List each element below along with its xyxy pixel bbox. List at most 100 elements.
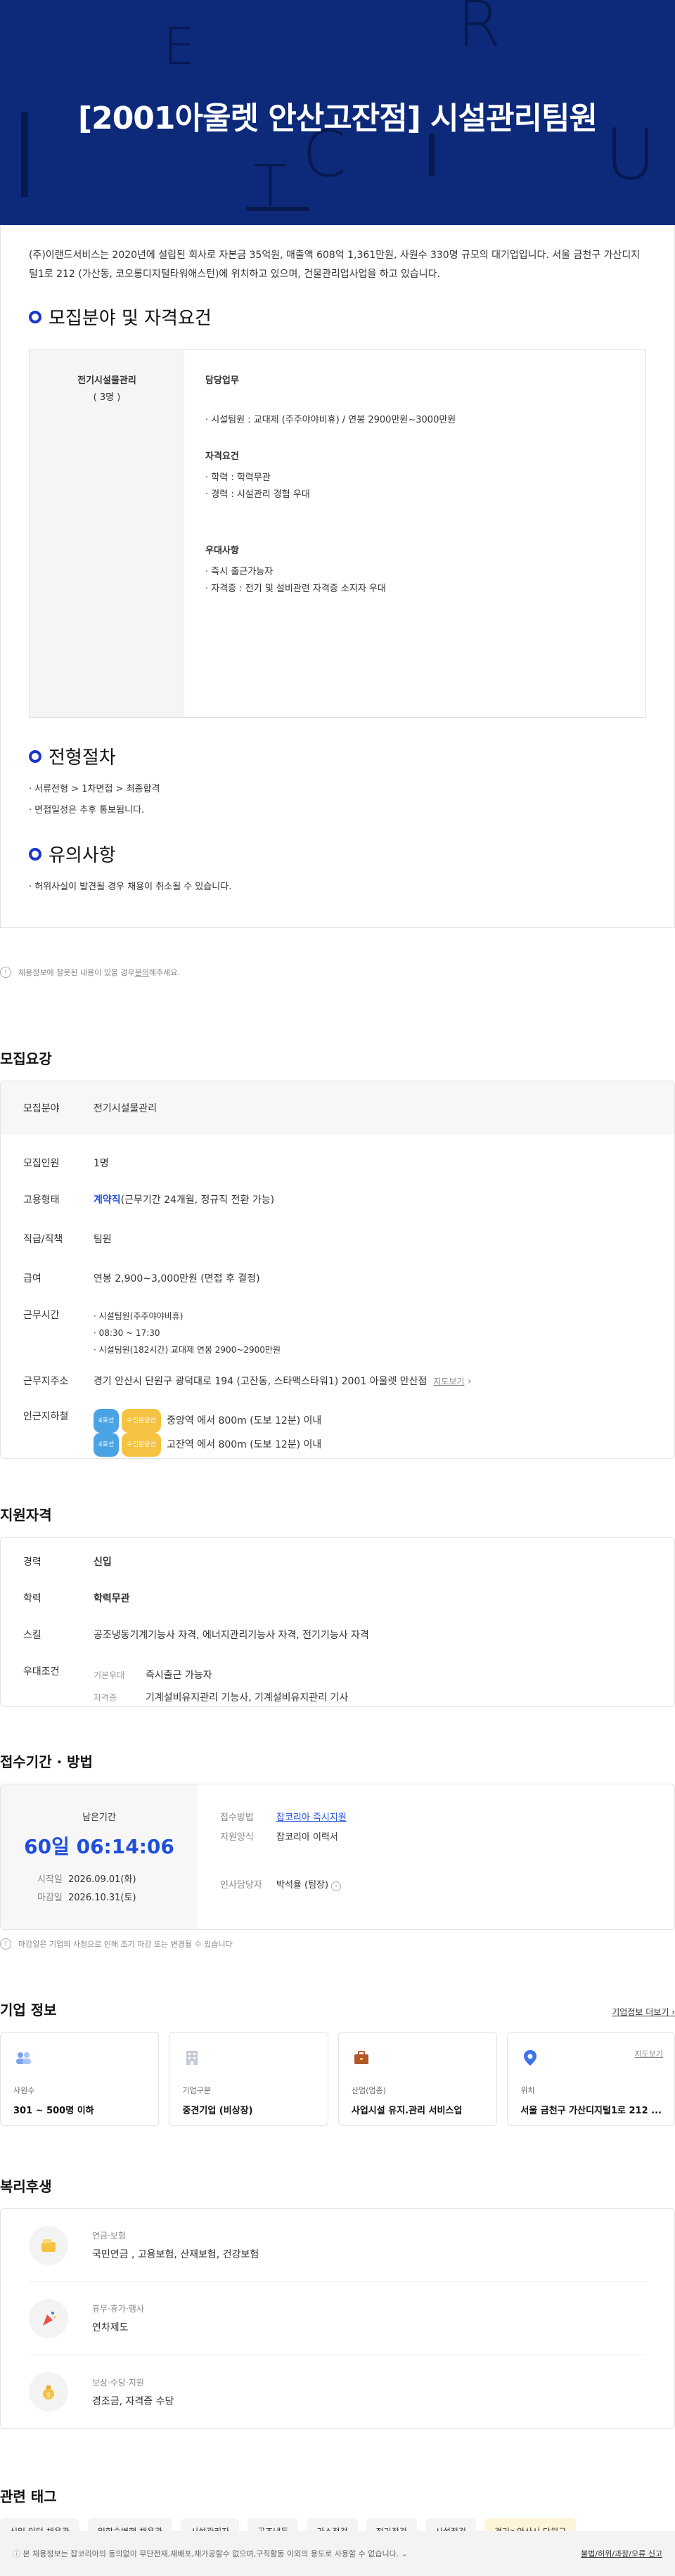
hero-decor-bar2 [246,207,309,211]
subway-line-chip: 4호선 [94,1433,120,1457]
building-icon [186,2051,198,2065]
hero-decor-t: T [253,153,288,219]
list-item: 경력 : 시설관리 경험 우대 [205,487,624,503]
qualification-title: 지원자격 [0,1507,52,1524]
company-cards: 사원수 301 ~ 500명 이하 기업구분 중견기업 (비상장) 산업(업종)… [0,2032,675,2126]
list-item: 시설팀원(182시간) 교대제 연봉 2900~2900만원 [94,1341,652,1358]
summary-box: 모집분야 전기시설물관리 모집인원 1명 고용형태 계약직(근무기간 24개월,… [0,1081,675,1459]
subway-line-chip: 수인분당선 [122,1433,161,1457]
section-process-title: 전형절차 [29,743,646,769]
people-icon [16,2052,31,2064]
subway-item: 4호선 수인분당선 중앙역 에서 800m (도보 12분) 이내 [94,1409,652,1433]
list-item: 자격증 : 전기 및 설비관련 자격증 소지자 우대 [205,581,624,598]
job-detail-card: (주)이랜드서비스는 2020년에 설립된 회사로 자본금 35억원, 매출액 … [0,225,675,928]
info-icon: ! [0,1938,11,1950]
company-title: 기업 정보 [0,2002,57,2018]
summary-type-row: 고용형태 계약직(근무기간 24개월, 정규직 전환 가능) [23,1194,275,1206]
qualification-box: 경력 신입 학력 학력무관 스킬 공조냉동기계기능사 자격, 에너지관리기능사 … [0,1537,675,1707]
duty-list: 시설팀원 : 교대제 (주주야야비휴) / 연봉 2900만원~3000만원 [205,412,624,429]
briefcase-icon [354,2051,368,2064]
chevron-right-icon: › [467,1376,472,1387]
bullet-ring-icon [29,310,41,323]
summary-count-row: 모집인원 1명 [23,1158,109,1169]
remaining-time-panel: 남은기간 60일 06:14:06 시작일 2026.09.01(화) 마감일 20… [1,1784,198,1929]
report-bar: ! 채용정보에 잘못된 내용이 있을 경우 문의 해주세요. [0,935,675,991]
requirement-table: 전기시설물관리 ( 3명 ) 담당업무 시설팀원 : 교대제 (주주야야비휴) … [29,349,646,718]
qual-list: 학력 : 학력무관 경력 : 시설관리 경험 우대 [205,470,624,503]
requirement-detail: 담당업무 시설팀원 : 교대제 (주주야야비휴) / 연봉 2900만원~300… [184,350,645,717]
duty-heading: 담당업무 [205,375,239,386]
company-section: 기업 정보 기업정보 더보기 › 사원수 301 ~ 500명 이하 기업구분 … [0,1992,675,2126]
summary-pay-row: 급여 연봉 2,900~3,000만원 (면접 후 결정) [23,1273,260,1284]
list-item: 허위사실이 발견될 경우 채용이 취소될 수 있습니다. [29,877,646,898]
period-title: 접수기간 · 방법 [0,1753,93,1770]
qual-skill-row: 스킬 공조냉동기계기능사 자격, 에너지관리기능사 자격, 전기기능사 자격 [23,1630,369,1641]
hero-decor-r: R [457,0,501,61]
bullet-ring-icon [29,749,41,763]
company-card-type: 기업구분 중견기업 (비상장) [169,2032,328,2126]
welfare-row: 휴무·휴가·행사 연차제도 [29,2282,646,2355]
section-recruit-title: 모집분야 및 자격요건 [29,304,646,330]
welfare-row: 연금·보험 국민연금 , 고용보험, 산재보험, 건강보험 [29,2209,646,2282]
footer-bar: ⓘ 본 채용정보는 잡코리아의 동의없이 무단전재,재배포,재가공할수 없으며,… [0,2531,675,2576]
hero-decor-bar3 [429,134,435,176]
summary-rank-row: 직급/직책 팀원 [23,1234,112,1245]
process-list: 서류전형 > 1차면접 > 최종합격 면접일정은 추후 통보됩니다. [29,779,646,821]
welfare-box: 연금·보험 국민연금 , 고용보험, 산재보험, 건강보험 휴무·휴가·행사 연… [0,2208,675,2429]
list-item: 08:30 ~ 17:30 [94,1325,652,1341]
section-notice-title: 유의사항 [29,841,646,867]
company-more-link[interactable]: 기업정보 더보기 › [612,2006,675,2018]
summary-place-row: 근무지주소 경기 안산시 단원구 광덕대로 194 (고잔동, 스타맥스타워1)… [23,1376,472,1387]
party-icon [29,2298,68,2338]
map-link[interactable]: 지도보기 [433,1377,464,1386]
countdown-timer: 60일 06:14:06 [24,1835,174,1858]
summary-section: 모집요강 모집분야 전기시설물관리 모집인원 1명 고용형태 계약직(근무기간 … [0,1041,675,1459]
summary-title: 모집요강 [0,1050,52,1067]
chevron-down-icon[interactable]: ⌄ [401,2549,408,2558]
bullet-ring-icon [29,847,41,861]
company-card-employees: 사원수 301 ~ 500명 이하 [0,2032,160,2126]
list-item: 시설팀원(주주야야비휴) [94,1308,652,1325]
subway-item: 4호선 수인분당선 고잔역 에서 800m (도보 12분) 이내 [94,1433,652,1457]
svg-text:$: $ [46,2392,51,2399]
hero-decor-e: E [163,17,195,76]
list-item: 즉시 출근가능자 [205,564,624,581]
qual-heading: 자격요건 [205,451,239,462]
period-box: 남은기간 60일 06:14:06 시작일 2026.09.01(화) 마감일 20… [0,1784,675,1930]
company-map-link[interactable]: 지도보기 [635,2048,663,2059]
page-title: [2001아울렛 안산고잔점] 시설관리팀원 [77,101,598,136]
qual-edu-row: 학력 학력무관 [23,1593,130,1604]
welfare-row: $ 보상·수당·지원 경조금, 자격증 수당 [29,2355,646,2428]
period-note: ! 마감일은 기업의 사정으로 인해 조기 마감 또는 변경될 수 있습니다 [0,1938,675,1950]
list-item: 시설팀원 : 교대제 (주주야야비휴) / 연봉 2900만원~3000만원 [205,412,624,429]
subway-line-chip: 수인분당선 [122,1409,161,1433]
hero-banner: E R C T U [2001아울렛 안산고잔점] 시설관리팀원 [0,0,675,225]
wallet-icon [29,2225,68,2265]
hours-list: 시설팀원(주주야야비휴) 08:30 ~ 17:30 시설팀원(182시간) 교… [94,1308,652,1374]
hr-info-icon[interactable]: › [331,1881,342,1891]
list-item: 면접일정은 추후 통보됩니다. [29,800,646,821]
footer-notice: ⓘ 본 채용정보는 잡코리아의 동의없이 무단전재,재배포,재가공할수 없으며,… [13,2549,408,2558]
summary-subway-row: 인근지하철 4호선 수인분당선 중앙역 에서 800m (도보 12분) 이내 4… [1,1409,674,1458]
info-icon: ! [0,967,11,978]
report-abuse-link[interactable]: 불법/허위/과장/오류 신고 [581,2548,662,2559]
welfare-section: 복리후생 연금·보험 국민연금 , 고용보험, 산재보험, 건강보험 휴무·휴가… [0,2168,675,2429]
summary-field-row: 모집분야 전기시설물관리 [1,1081,674,1135]
info-icon: ⓘ [13,2549,20,2558]
money-bag-icon: $ [29,2372,68,2411]
company-card-industry: 산업(업종) 사업시설 유지.관리 서비스업 [338,2032,498,2126]
list-item: 서류전형 > 1차면접 > 최종합격 [29,779,646,800]
welfare-title: 복리후생 [0,2178,52,2195]
pin-icon [524,2050,537,2066]
pref-heading: 우대사항 [205,546,239,556]
requirement-field: 전기시설물관리 ( 3명 ) [30,350,184,717]
pref-list: 즉시 출근가능자 자격증 : 전기 및 설비관련 자격증 소지자 우대 [205,564,624,598]
company-card-location: 지도보기 위치 서울 금천구 가산디지털1로 212 ... [507,2032,675,2126]
qualification-section: 지원자격 경력 신입 학력 학력무관 스킬 공조냉동기계기능사 자격, 에너지관… [0,1497,675,1707]
apply-method-panel: 접수방법 잡코리아 즉시지원 지원양식 잡코리아 이력서 인사담당자 박석율 (팀장)… [220,1812,347,1891]
report-link[interactable]: 문의 [135,967,149,978]
notice-list: 허위사실이 발견될 경우 채용이 취소될 수 있습니다. [29,877,646,898]
subway-line-chip: 4호선 [94,1409,120,1433]
list-item: 학력 : 학력무관 [205,470,624,487]
apply-link[interactable]: 잡코리아 즉시지원 [276,1812,347,1823]
